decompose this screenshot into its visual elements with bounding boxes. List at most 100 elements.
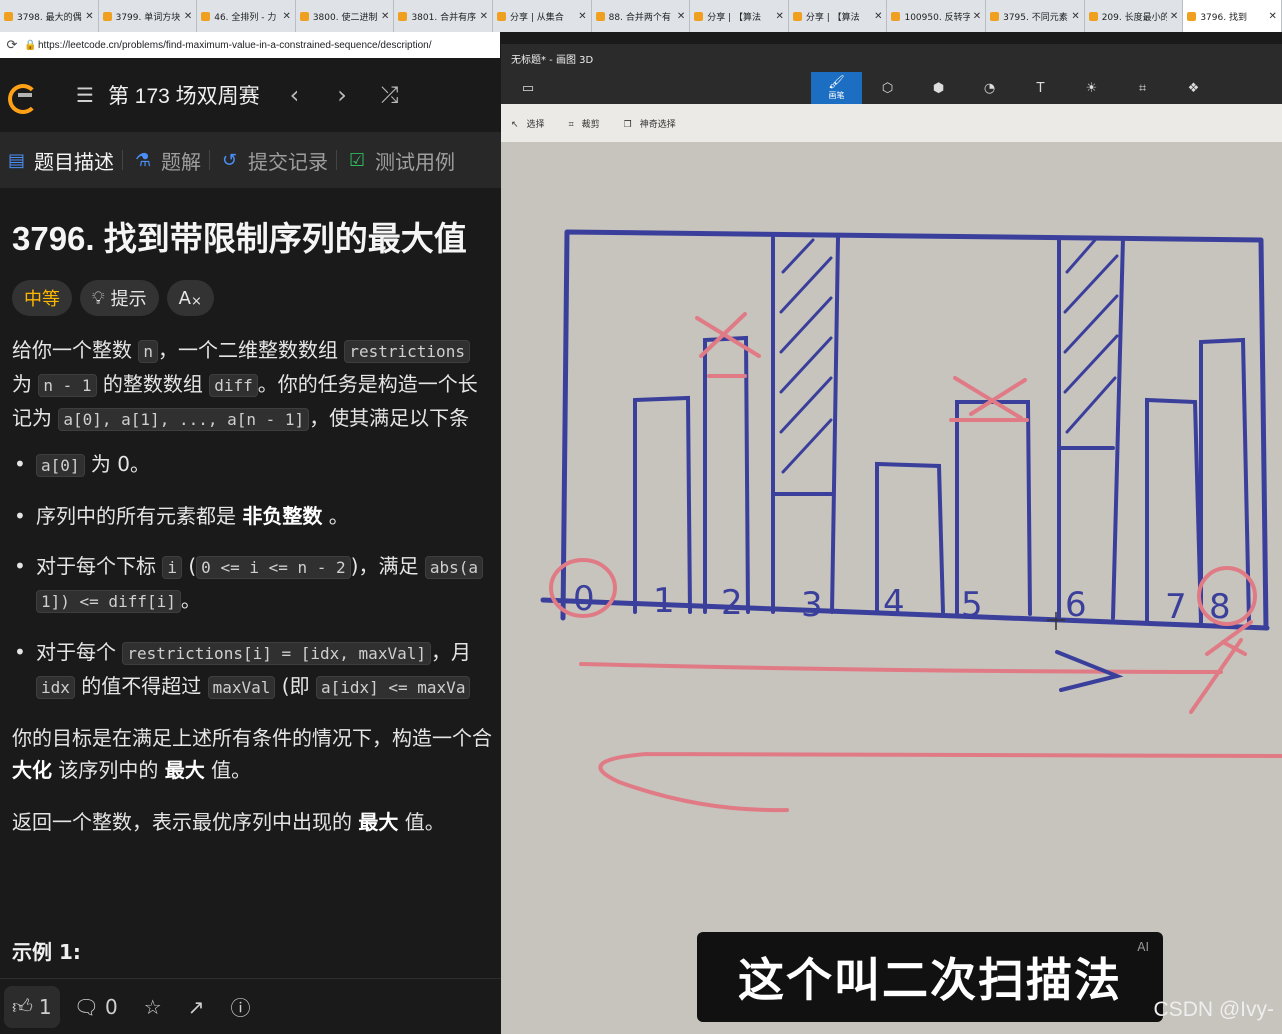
shuffle-icon[interactable]: ⤮ <box>381 83 399 108</box>
browser-tab[interactable]: 3795. 不同元素 ✕ <box>986 0 1085 32</box>
inline-code: idx <box>36 676 75 699</box>
close-tab-icon[interactable]: ✕ <box>381 11 389 22</box>
crop-button[interactable]: ⌗ 裁剪 <box>569 117 600 130</box>
description-paragraph: 给你一个整数 n ，一个二维整数数组 restrictions 为 n - 1 的… <box>12 334 501 436</box>
problem-tabs: ▤ 题目描述 ⚗ 题解 ↺ 提交记录 ☑ 测试用例 <box>0 132 501 188</box>
brush-tool[interactable]: 🖌︎ 画笔 <box>811 72 862 104</box>
comments-button[interactable]: 🗨︎ 0 <box>74 995 118 1019</box>
select-button[interactable]: ↖ 选择 <box>511 117 545 130</box>
tab-solutions[interactable]: ⚗ 题解 <box>135 146 201 175</box>
site-info-icon[interactable]: 🔒 <box>24 40 38 51</box>
browser-tab[interactable]: 分享 | 从集合 ✕ <box>493 0 592 32</box>
tab-divider <box>209 150 210 170</box>
translate-icon: A <box>178 287 191 309</box>
browser-tab[interactable]: 88. 合并两个有 ✕ <box>592 0 691 32</box>
favorite-button[interactable]: ☆ <box>144 995 162 1019</box>
canvas-tool[interactable]: ⌗ <box>1117 72 1168 104</box>
text: 值。 <box>204 758 252 782</box>
leetcode-panel: ☰ 第 173 场双周赛 ‹ › ⤮ ▤ 题目描述 ⚗ 题解 ↺ 提交记录 ☑ … <box>0 58 501 1034</box>
next-problem-icon[interactable]: › <box>337 81 347 109</box>
3d-library-tool[interactable]: ❖ <box>1168 72 1219 104</box>
list-item: 序列中的所有元素都是 非负整数 。 <box>12 500 501 532</box>
stickers-tool[interactable]: ◔ <box>964 72 1015 104</box>
leetcode-favicon-icon <box>792 11 802 21</box>
close-tab-icon[interactable]: ✕ <box>1269 11 1277 22</box>
brush-icon: 🖌︎ <box>828 75 845 90</box>
text-tool[interactable]: T <box>1015 72 1066 104</box>
inline-code: a[idx] <= maxVa <box>315 676 471 699</box>
text: 的整数数组 <box>96 372 210 396</box>
inline-code: abs(a <box>424 556 484 579</box>
text: 的值不得超过 <box>74 674 208 698</box>
close-tab-icon[interactable]: ✕ <box>874 11 882 22</box>
constraint-list: a[0] 为 0。 序列中的所有元素都是 非负整数 。 对于每个下标 i (0 … <box>12 448 501 704</box>
problem-title[interactable]: 3796. 找到带限制序列的最大值 <box>12 212 501 260</box>
close-tab-icon[interactable]: ✕ <box>973 11 981 22</box>
browser-tab[interactable]: 3796. 找到 ✕ <box>1183 0 1282 32</box>
close-tab-icon[interactable]: ✕ <box>775 11 783 22</box>
hint-chip[interactable]: 💡︎ 提示 <box>80 280 159 316</box>
browser-tab[interactable]: 46. 全排列 - 力 ✕ <box>197 0 296 32</box>
effects-tool[interactable]: ☀ <box>1066 72 1117 104</box>
close-tab-icon[interactable]: ✕ <box>282 11 290 22</box>
leetcode-favicon-icon <box>299 11 309 21</box>
leetcode-logo-icon[interactable] <box>6 78 40 114</box>
text: )，满足 <box>350 554 425 578</box>
difficulty-badge[interactable]: 中等 <box>12 280 72 316</box>
contest-title[interactable]: 第 173 场双周赛 <box>108 80 260 110</box>
question-icon: ⓘ <box>230 996 251 1020</box>
select-label: 选择 <box>526 119 545 130</box>
browser-tab-label: 分享 | 从集合 <box>510 12 564 23</box>
close-tab-icon[interactable]: ✕ <box>85 11 93 22</box>
hint-label: 提示 <box>110 289 147 310</box>
share-button[interactable]: ↗ <box>188 995 205 1019</box>
browser-tab[interactable]: 3799. 单词方块 ✕ <box>99 0 198 32</box>
inline-code: 0 <= i <= n - 2 <box>196 556 351 579</box>
close-tab-icon[interactable]: ✕ <box>1071 11 1079 22</box>
inline-code: restrictions[i] = [idx, maxVal] <box>122 642 431 665</box>
menu-button[interactable]: ▭ <box>501 72 555 104</box>
close-tab-icon[interactable]: ✕ <box>184 11 192 22</box>
3d-shapes-tool[interactable]: ⬢ <box>913 72 964 104</box>
problem-footer: 👍︎ 1 🗨︎ 0 ☆ ↗ ⓘ <box>0 978 501 1034</box>
url-text[interactable]: https://leetcode.cn/problems/find-maximu… <box>38 40 500 51</box>
like-button[interactable]: 👍︎ 1 <box>4 985 60 1028</box>
text: (即 <box>275 674 316 698</box>
text: 值。 <box>398 810 445 834</box>
prev-problem-icon[interactable]: ‹ <box>290 81 300 109</box>
close-tab-icon[interactable]: ✕ <box>1170 11 1178 22</box>
close-tab-icon[interactable]: ✕ <box>480 11 488 22</box>
browser-tab[interactable]: 100950. 反转字 ✕ <box>887 0 987 32</box>
tab-description[interactable]: ▤ 题目描述 <box>8 146 114 175</box>
reload-icon[interactable]: ⟳ <box>0 38 24 53</box>
close-tab-icon[interactable]: ✕ <box>677 11 685 22</box>
browser-tab[interactable]: 分享 | 【算法 ✕ <box>690 0 789 32</box>
problem-list-icon[interactable]: ☰ <box>76 83 94 107</box>
browser-tab[interactable]: 3798. 最大的偶 ✕ <box>0 0 99 32</box>
close-tab-icon[interactable]: ✕ <box>578 11 586 22</box>
sticker-icon: ◔ <box>983 80 996 96</box>
magic-select-button[interactable]: ❐ 神奇选择 <box>624 117 676 130</box>
browser-tab-label: 3799. 单词方块 <box>115 12 181 23</box>
shapes-2d-icon: ⬡ <box>881 80 894 96</box>
crop-icon: ⌗ <box>568 119 574 130</box>
leetcode-favicon-icon <box>595 11 605 21</box>
translate-chip[interactable]: A ⨯ <box>166 280 214 316</box>
inline-code: maxVal <box>207 676 276 699</box>
drawing-canvas[interactable]: 0 1 2 3 4 5 6 7 8 <box>501 142 1282 1034</box>
help-button[interactable]: ⓘ <box>230 992 250 1021</box>
digit-label: 3 <box>801 585 823 625</box>
browser-tab[interactable]: 分享 | 【算法 ✕ <box>789 0 888 32</box>
inline-code: 1]) <= diff[i] <box>36 590 181 613</box>
inline-code: n <box>138 340 158 363</box>
bold-text: 非负整数 <box>242 504 323 528</box>
2d-shapes-tool[interactable]: ⬡ <box>862 72 913 104</box>
text: 。 <box>180 588 201 612</box>
tab-testcases[interactable]: ☑ 测试用例 <box>349 146 455 175</box>
browser-tab[interactable]: 209. 长度最小的 ✕ <box>1085 0 1184 32</box>
browser-tab[interactable]: 3801. 合并有序 ✕ <box>394 0 494 32</box>
browser-tab-label: 3801. 合并有序 <box>411 12 477 23</box>
subtitle-text: 这个叫二次扫描法 <box>738 953 1122 1007</box>
browser-tab[interactable]: 3800. 使二进制 ✕ <box>296 0 395 32</box>
tab-submissions[interactable]: ↺ 提交记录 <box>222 146 328 175</box>
